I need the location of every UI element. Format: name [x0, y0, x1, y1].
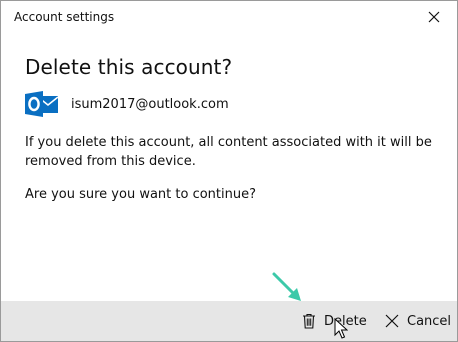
- account-row: isum2017@outlook.com: [25, 90, 229, 118]
- annotation-arrow-icon: [272, 272, 301, 301]
- confirm-question: Are you sure you want to continue?: [25, 187, 256, 202]
- delete-warning-message: If you delete this account, all content …: [25, 135, 432, 169]
- window-close-button[interactable]: [411, 1, 457, 33]
- title-bar: Account settings: [1, 1, 457, 33]
- outlook-icon: [25, 91, 59, 117]
- cancel-button[interactable]: Cancel: [385, 301, 451, 341]
- account-settings-window: Account settings Delete this account? is…: [0, 0, 458, 342]
- dialog-footer: Delete Cancel: [1, 301, 457, 341]
- close-icon: [428, 11, 440, 23]
- mouse-cursor-icon: [334, 318, 348, 339]
- close-icon: [385, 314, 399, 328]
- trash-icon: [303, 313, 315, 329]
- account-email: isum2017@outlook.com: [71, 96, 229, 112]
- window-title: Account settings: [14, 10, 115, 24]
- dialog-heading: Delete this account?: [25, 55, 233, 79]
- cancel-button-label: Cancel: [407, 313, 452, 329]
